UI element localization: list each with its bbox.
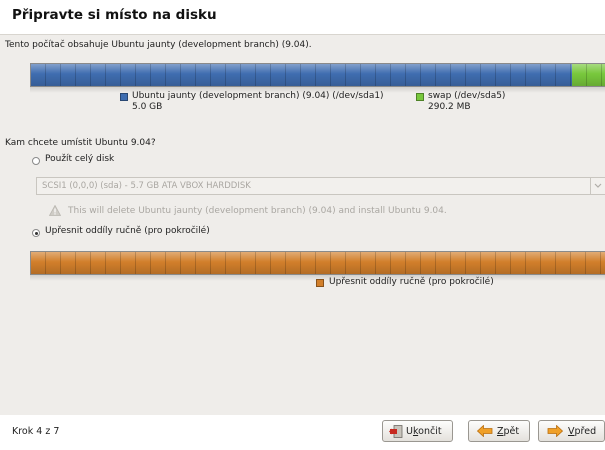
step-indicator: Krok 4 z 7	[12, 426, 60, 437]
disk-select[interactable]: SCSI1 (0,0,0) (sda) - 5.7 GB ATA VBOX HA…	[36, 177, 605, 195]
quit-label-pre: U	[406, 426, 413, 437]
chevron-down-icon	[590, 178, 605, 194]
legend-size-sda1: 5.0 GB	[132, 102, 163, 112]
legend-label-sda5: swap (/dev/sda5)	[428, 91, 506, 101]
page-title: Připravte si místo na disku	[12, 7, 217, 23]
page-header: Připravte si místo na disku	[0, 0, 605, 35]
legend-label-manual: Upřesnit oddíly ručně (pro pokročilé)	[329, 277, 494, 287]
partition-segment-sda5	[572, 64, 605, 86]
arrow-left-icon	[476, 424, 493, 440]
option-whole-disk-label[interactable]: Použít celý disk	[45, 154, 114, 164]
warning-icon	[48, 204, 62, 219]
radio-manual-partition[interactable]	[32, 229, 40, 237]
manual-partition-segment	[31, 252, 605, 274]
warning-text: This will delete Ubuntu jaunty (developm…	[68, 206, 447, 216]
install-question: Kam chcete umístit Ubuntu 9.04?	[5, 138, 156, 148]
radio-whole-disk[interactable]	[32, 157, 40, 165]
disk-select-value: SCSI1 (0,0,0) (sda) - 5.7 GB ATA VBOX HA…	[42, 181, 251, 191]
disk-info-text: Tento počítač obsahuje Ubuntu jaunty (de…	[5, 40, 312, 50]
option-manual-label[interactable]: Upřesnit oddíly ručně (pro pokročilé)	[45, 226, 210, 236]
back-label-post: pět	[503, 426, 520, 437]
legend-swatch-sda5	[416, 93, 424, 101]
legend-swatch-sda1	[120, 93, 128, 101]
forward-button[interactable]: Vpřed	[538, 420, 605, 442]
legend-size-sda5: 290.2 MB	[428, 102, 471, 112]
legend-label-sda1: Ubuntu jaunty (development branch) (9.04…	[132, 91, 384, 101]
manual-partition-bar	[30, 251, 605, 275]
back-button[interactable]: Zpět	[468, 420, 530, 442]
partition-segment-sda1	[31, 64, 572, 86]
arrow-right-icon	[547, 424, 564, 440]
forward-label-post: před	[574, 426, 597, 437]
quit-label-post: ončit	[418, 426, 442, 437]
quit-icon	[389, 425, 403, 441]
disk-usage-bar	[30, 63, 605, 87]
quit-button[interactable]: Ukončit	[382, 420, 453, 442]
legend-swatch-manual	[316, 279, 324, 287]
